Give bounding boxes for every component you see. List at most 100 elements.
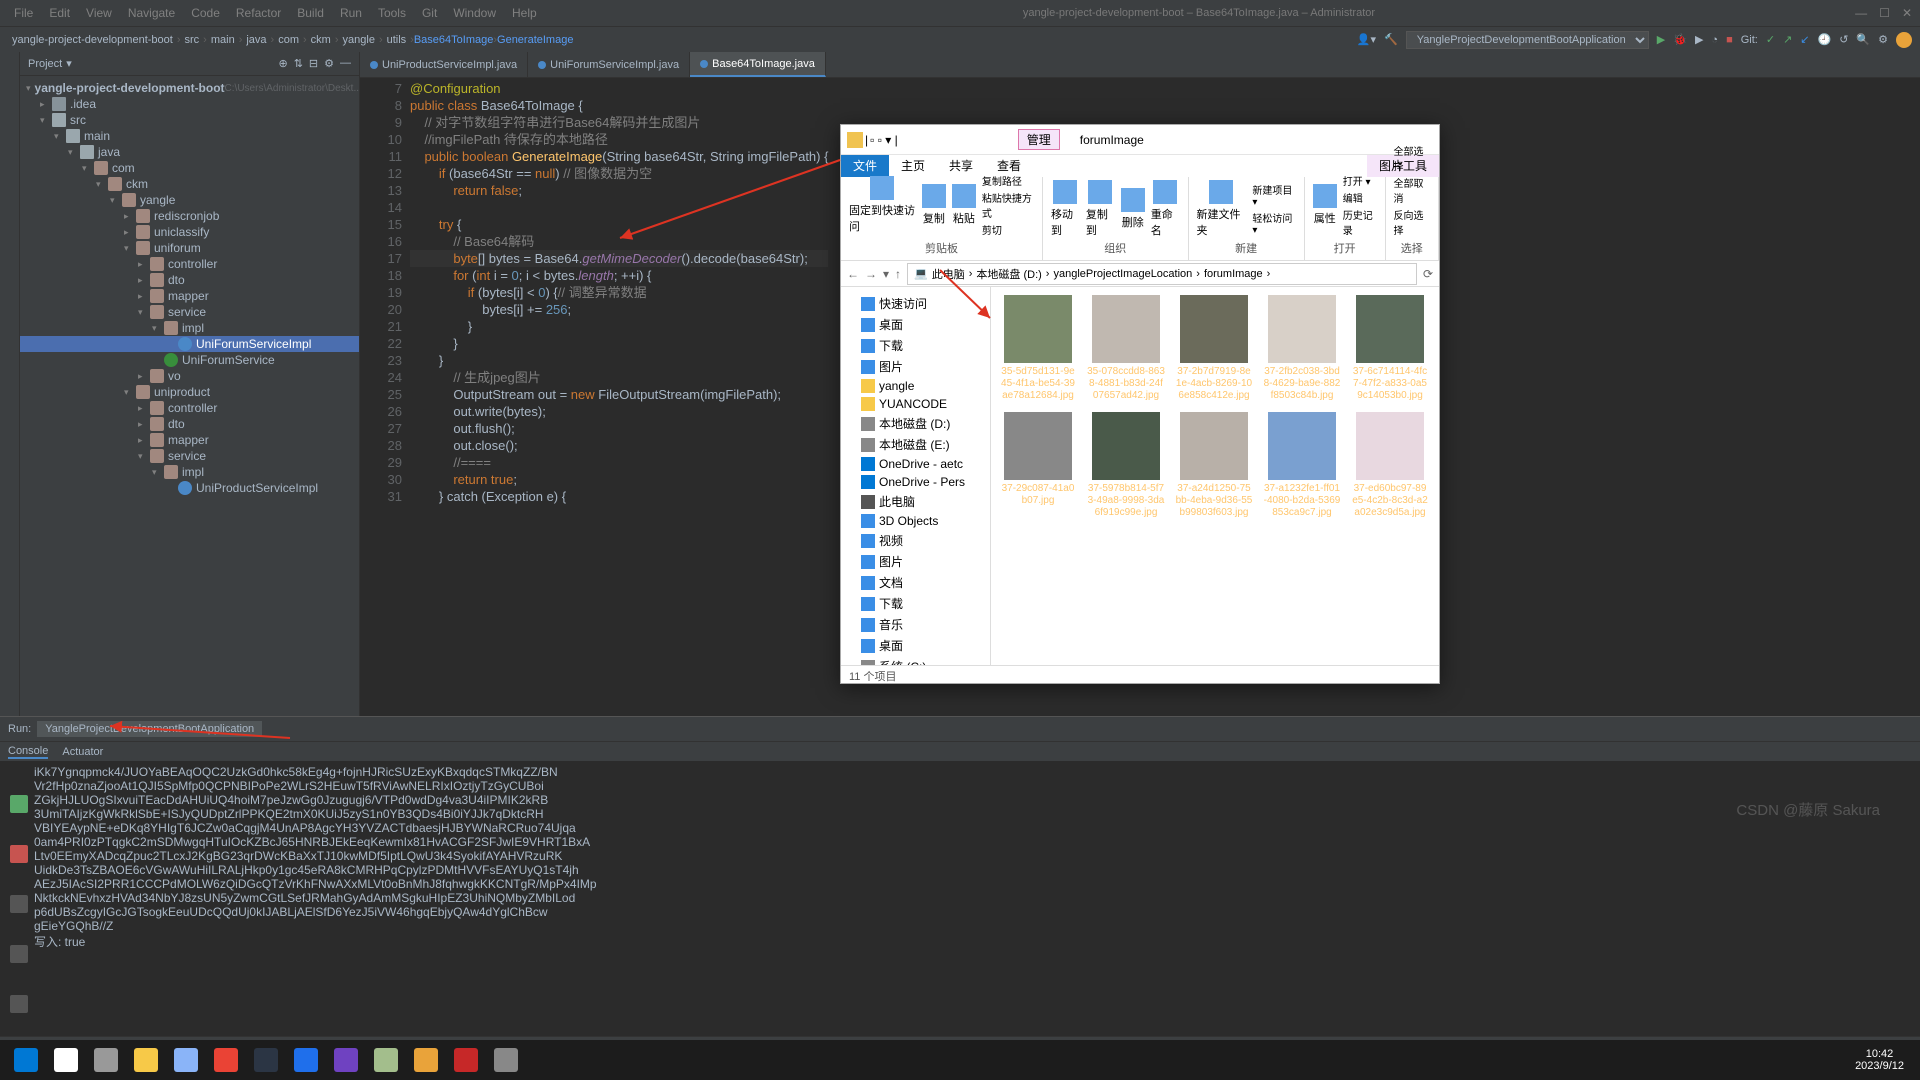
ribbon-small[interactable]: 轻松访问 ▾ [1252,209,1295,237]
console-tab[interactable]: Console [8,745,48,759]
git-pull-icon[interactable]: ↙ [1800,33,1809,46]
menu-window[interactable]: Window [447,4,502,22]
tree-node[interactable]: ▾impl [20,464,359,480]
taskbar-item[interactable] [486,1042,526,1078]
explorer-titlebar[interactable]: | ▫ ▫ ▾ | 管理 forumImage [841,125,1439,155]
back-icon[interactable]: ← [847,267,859,281]
close-icon[interactable]: ✕ [1902,6,1912,20]
explorer-sidebar[interactable]: 快速访问桌面下载图片yangleYUANCODE本地磁盘 (D:)本地磁盘 (E… [841,287,991,665]
editor-tab[interactable]: UniProductServiceImpl.java [360,52,528,77]
path-segment[interactable]: forumImage [1204,268,1263,280]
path-segment[interactable]: 此电脑 [932,266,965,282]
sidebar-item[interactable]: 图片 [845,356,986,377]
hammer-icon[interactable]: 🔨 [1384,33,1398,46]
file-item[interactable]: 37-5978b814-5f73-49a8-9998-3da6f919c99e.… [1087,412,1165,519]
sidebar-item[interactable]: 下载 [845,335,986,356]
tree-node[interactable]: ▾java [20,144,359,160]
tree-node[interactable]: ▾com [20,160,359,176]
breadcrumb-item[interactable]: ckm [307,34,335,46]
avatar[interactable] [1896,32,1912,48]
ribbon-small[interactable]: 编辑 [1343,189,1363,206]
tree-node[interactable]: ▸mapper [20,432,359,448]
explorer-manage-tab[interactable]: 管理 [1018,129,1060,150]
tree-node[interactable]: ▾ckm [20,176,359,192]
tree-node[interactable]: ▸dto [20,416,359,432]
system-clock[interactable]: 10:42 2023/9/12 [1855,1048,1914,1072]
editor-tab[interactable]: Base64ToImage.java [690,52,826,77]
sidebar-item[interactable]: 本地磁盘 (E:) [845,434,986,455]
taskbar-item[interactable] [406,1042,446,1078]
ribbon-small[interactable]: 打开 ▾ [1343,172,1371,189]
menu-tools[interactable]: Tools [372,4,412,22]
taskbar-item[interactable] [446,1042,486,1078]
editor-tabs[interactable]: UniProductServiceImpl.javaUniForumServic… [360,52,1920,78]
sidebar-item[interactable]: 下载 [845,593,986,614]
menu-git[interactable]: Git [416,4,443,22]
tree-node[interactable]: ▾yangle [20,192,359,208]
tree-node[interactable]: ▸controller [20,400,359,416]
collapse-icon[interactable]: ⊟ [309,57,318,70]
sidebar-item[interactable]: 系统 (C:) [845,656,986,665]
up-icon[interactable]: ↑ [895,267,901,281]
tree-root[interactable]: ▾yangle-project-development-boot C:\User… [20,80,359,96]
explorer-window[interactable]: | ▫ ▫ ▾ | 管理 forumImage 文件主页共享查看图片工具 固定到… [840,124,1440,684]
tree-node[interactable]: ▸rediscronjob [20,208,359,224]
tree-node[interactable]: ▸vo [20,368,359,384]
tree-node[interactable]: UniForumServiceImpl [20,336,359,352]
tree-node[interactable]: ▾uniproduct [20,384,359,400]
file-item[interactable]: 35-5d75d131-9e45-4f1a-be54-39ae78a12684.… [999,295,1077,402]
tree-node[interactable]: UniForumService [20,352,359,368]
tree-node[interactable]: ▾src [20,112,359,128]
tree-node[interactable]: ▸uniclassify [20,224,359,240]
minimize-icon[interactable]: — [1855,6,1867,20]
ribbon-button[interactable]: 复制到 [1086,180,1115,238]
run-config-select[interactable]: YangleProjectDevelopmentBootApplication [1406,31,1649,49]
up-icon[interactable] [10,945,28,963]
forward-icon[interactable]: → [865,267,877,281]
user-icon[interactable]: 👤▾ [1357,33,1376,46]
run-icon[interactable]: ▶ [1657,33,1665,46]
ribbon-small[interactable]: 历史记录 [1343,206,1377,238]
ribbon-button[interactable]: 粘贴 [952,184,976,226]
menu-view[interactable]: View [80,4,118,22]
sidebar-item[interactable]: 3D Objects [845,512,986,530]
tree-node[interactable]: ▾service [20,304,359,320]
tree-node[interactable]: ▸.idea [20,96,359,112]
window-buttons[interactable]: — ☐ ✕ [1855,6,1912,20]
sidebar-item[interactable]: 本地磁盘 (D:) [845,413,986,434]
gear-icon[interactable]: ⚙ [324,57,334,70]
rerun-icon[interactable] [10,795,28,813]
ribbon-button[interactable]: 删除 [1121,188,1145,230]
file-item[interactable]: 35-078ccdd8-8638-4881-b83d-24f07657ad42.… [1087,295,1165,402]
taskbar-item[interactable] [366,1042,406,1078]
taskbar-item[interactable] [86,1042,126,1078]
breadcrumb-item[interactable]: main [207,34,239,46]
taskbar-item[interactable] [6,1042,46,1078]
file-item[interactable]: 37-29c087-41a0b07.jpg [999,412,1077,519]
sidebar-item[interactable]: 此电脑 [845,491,986,512]
path-segment[interactable]: 本地磁盘 (D:) [976,266,1041,282]
tree-node[interactable]: ▾service [20,448,359,464]
stop-icon[interactable] [10,845,28,863]
ribbon-button[interactable]: 固定到快速访问 [849,176,916,234]
ribbon-small[interactable]: 全部取消 [1394,174,1430,206]
ribbon-small[interactable]: 剪切 [982,221,1002,238]
select-opened-icon[interactable]: ⊕ [278,57,287,70]
taskbar-item[interactable] [286,1042,326,1078]
git-commit-icon[interactable]: ✓ [1766,33,1775,46]
qat-icon[interactable]: ▫ ▫ ▾ | [870,133,898,147]
address-path[interactable]: 💻此电脑›本地磁盘 (D:)›yangleProjectImageLocatio… [907,263,1417,285]
menu-help[interactable]: Help [506,4,543,22]
ribbon-button[interactable]: 移动到 [1051,180,1080,238]
ribbon-button[interactable]: 属性 [1313,184,1337,226]
tree-node[interactable]: ▾main [20,128,359,144]
sidebar-item[interactable]: 视频 [845,530,986,551]
menu-code[interactable]: Code [185,4,226,22]
sidebar-item[interactable]: 快速访问 [845,293,986,314]
taskbar-item[interactable] [326,1042,366,1078]
down-icon[interactable] [10,995,28,1013]
tree-node[interactable]: ▾impl [20,320,359,336]
ribbon-small[interactable]: 反向选择 [1394,206,1430,238]
debug-icon[interactable]: 🐞 [1673,33,1687,46]
git-history-icon[interactable]: 🕘 [1818,33,1832,46]
